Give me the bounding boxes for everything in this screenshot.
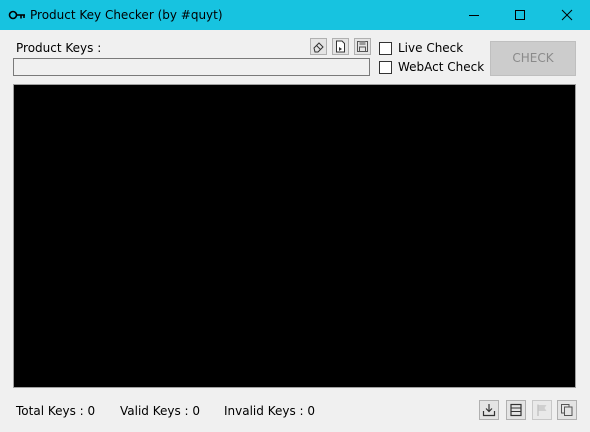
product-keys-label: Product Keys : (16, 41, 102, 55)
maximize-button[interactable] (497, 0, 543, 30)
product-keys-input[interactable] (13, 58, 370, 76)
save-button[interactable] (354, 38, 371, 55)
copy-button[interactable] (557, 400, 577, 420)
clear-button[interactable] (310, 38, 327, 55)
check-button[interactable]: CHECK (490, 41, 576, 76)
maximize-icon (515, 10, 525, 20)
download-icon (482, 404, 496, 417)
list-button[interactable] (506, 400, 526, 420)
key-icon (8, 7, 26, 23)
webact-check-checkbox[interactable] (379, 61, 392, 74)
output-console[interactable] (13, 84, 576, 388)
webact-check-label[interactable]: WebAct Check (398, 60, 484, 74)
close-button[interactable] (544, 0, 590, 30)
total-keys-count: Total Keys : 0 (16, 404, 96, 418)
copy-icon (561, 404, 573, 416)
list-icon (510, 403, 522, 417)
valid-keys-count: Valid Keys : 0 (120, 404, 201, 418)
open-file-icon (336, 40, 345, 53)
flag-button[interactable] (532, 400, 552, 420)
title-bar[interactable]: Product Key Checker (by #quyt) (0, 0, 590, 30)
window-title: Product Key Checker (by #quyt) (30, 8, 223, 22)
eraser-icon (313, 42, 324, 53)
close-icon (561, 9, 573, 21)
save-icon (357, 41, 368, 52)
minimize-icon (469, 15, 479, 16)
flag-icon (537, 404, 547, 416)
invalid-keys-count: Invalid Keys : 0 (224, 404, 316, 418)
live-check-checkbox[interactable] (379, 42, 392, 55)
open-file-button[interactable] (332, 38, 349, 55)
live-check-label[interactable]: Live Check (398, 41, 463, 55)
export-button[interactable] (479, 400, 499, 420)
minimize-button[interactable] (451, 0, 497, 30)
